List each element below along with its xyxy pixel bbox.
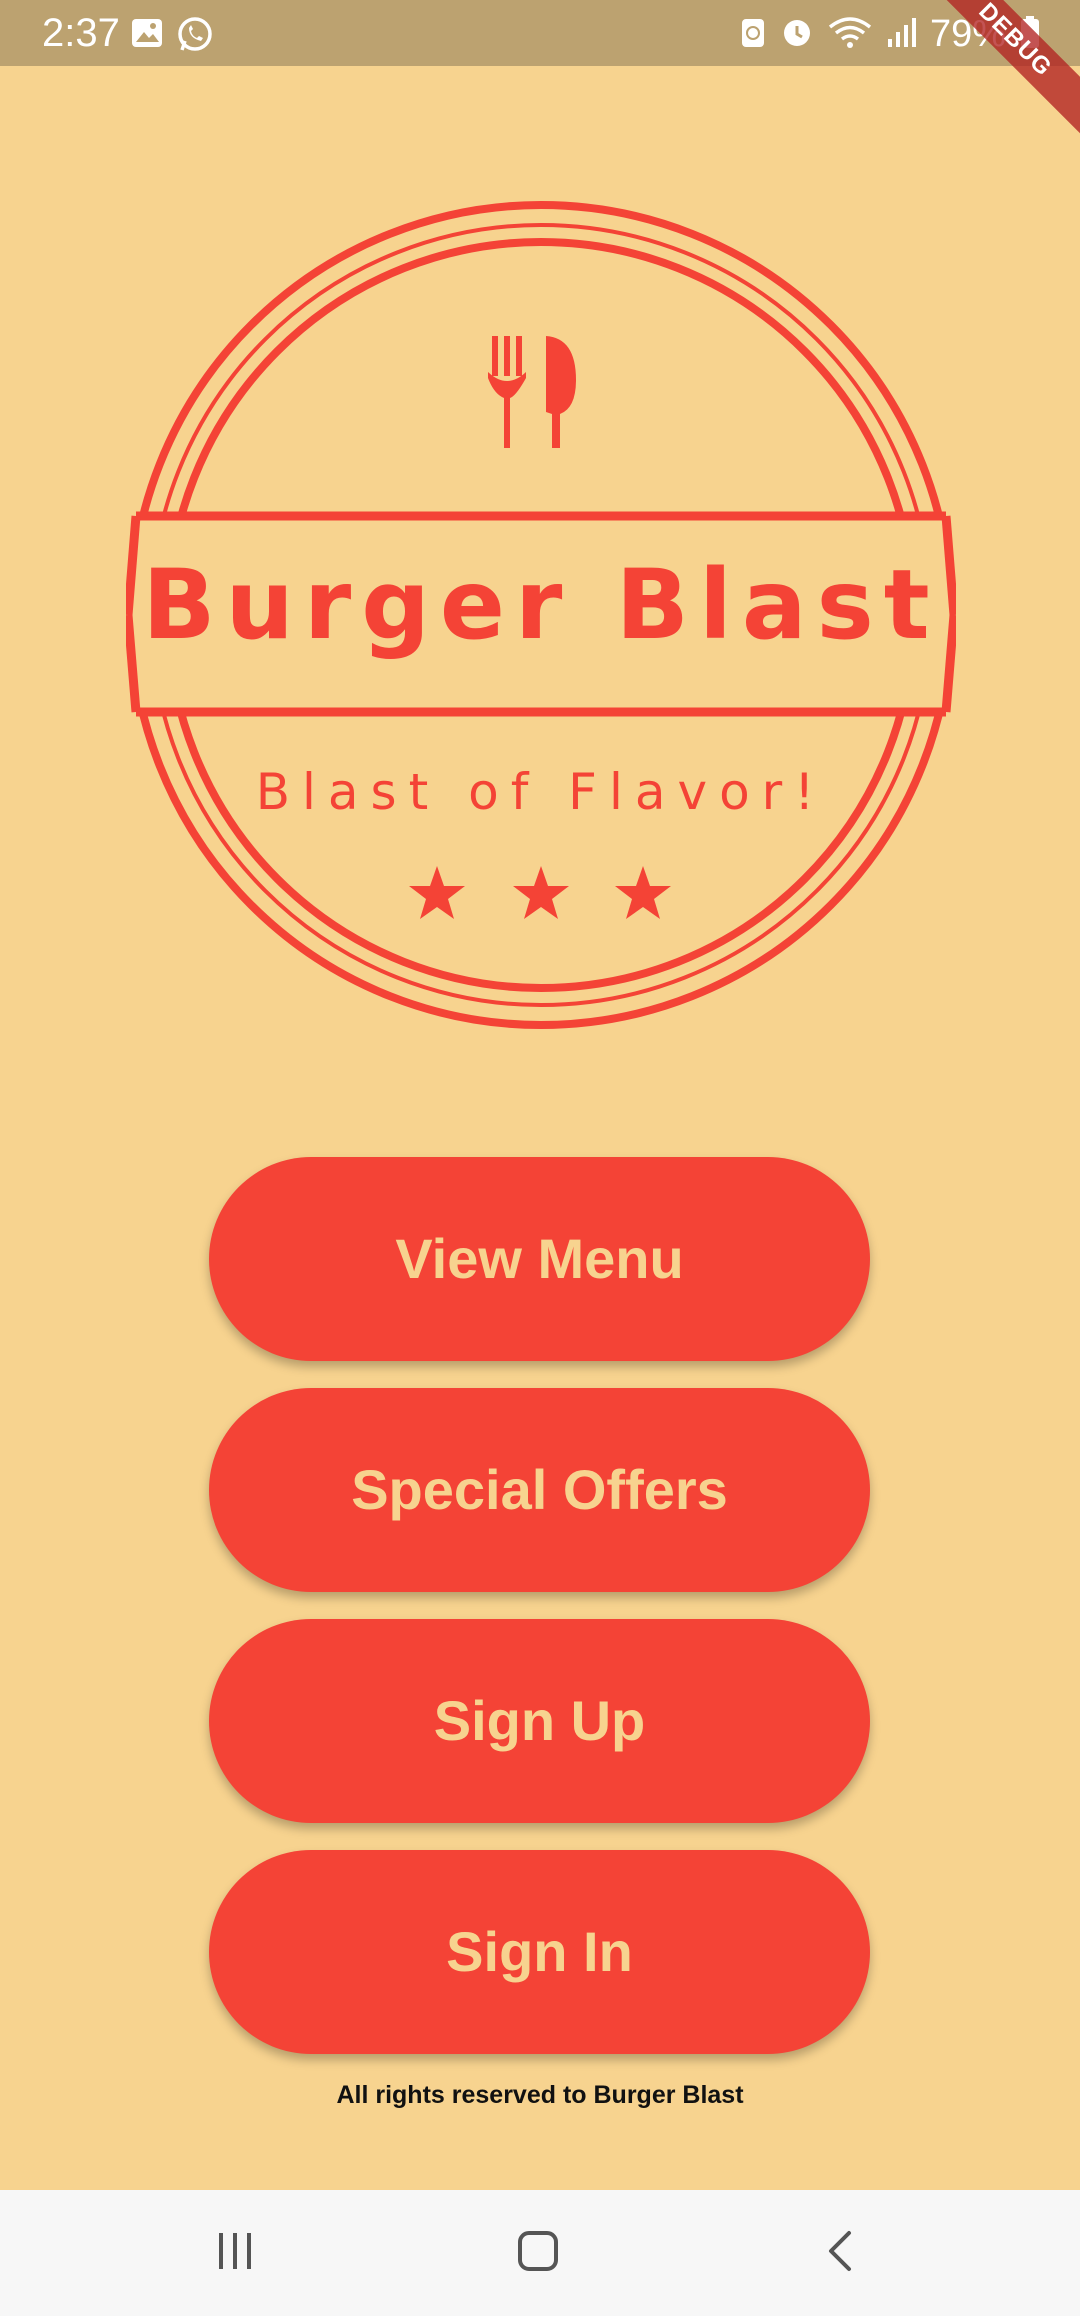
special-offers-button[interactable]: Special Offers — [209, 1388, 870, 1592]
gallery-icon — [130, 16, 164, 56]
signal-icon — [886, 15, 916, 54]
wifi-icon — [828, 15, 872, 54]
fork-spoon-icon — [488, 336, 576, 448]
back-icon — [819, 2229, 863, 2278]
sync-icon — [740, 15, 766, 54]
rating-stars — [409, 866, 671, 919]
star-icon — [409, 866, 465, 919]
star-icon — [615, 866, 671, 919]
logo-title: Burger Blast — [142, 549, 940, 661]
recent-apps-button[interactable] — [190, 2218, 280, 2288]
status-time: 2:37 — [42, 11, 120, 55]
view-menu-button[interactable]: View Menu — [209, 1157, 870, 1361]
status-bar: 2:37 79% DEBUG — [0, 0, 1080, 143]
back-button[interactable] — [796, 2218, 886, 2288]
home-button[interactable] — [493, 2218, 583, 2288]
app-screen: 2:37 79% DEBUG Burger Blast Blast of Fla… — [0, 0, 1080, 2316]
status-left-icons — [130, 16, 214, 56]
alarm-icon — [780, 15, 814, 54]
sign-in-button[interactable]: Sign In — [209, 1850, 870, 2054]
sign-up-button[interactable]: Sign Up — [209, 1619, 870, 1823]
whatsapp-icon — [176, 16, 214, 56]
system-nav-bar — [0, 2190, 1080, 2316]
star-icon — [513, 866, 569, 919]
logo-tagline: Blast of Flavor! — [255, 763, 827, 821]
footer-text: All rights reserved to Burger Blast — [336, 2081, 744, 2109]
recent-apps-icon — [213, 2229, 257, 2278]
home-icon — [516, 2229, 560, 2278]
